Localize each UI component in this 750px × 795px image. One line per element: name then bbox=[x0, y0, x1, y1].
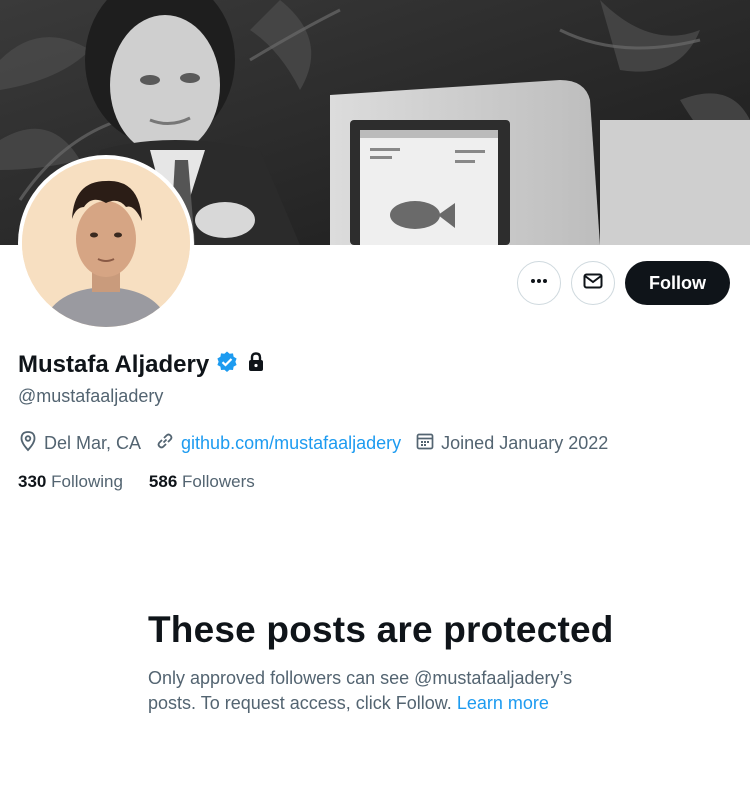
location-text: Del Mar, CA bbox=[44, 433, 142, 453]
avatar-photo bbox=[22, 159, 190, 327]
calendar-icon bbox=[415, 431, 435, 456]
following-count: 330 bbox=[18, 472, 47, 491]
followers-count: 586 bbox=[148, 472, 178, 491]
profile-avatar[interactable] bbox=[18, 155, 194, 331]
following-label: Following bbox=[51, 472, 123, 491]
protected-description: Only approved followers can see @mustafa… bbox=[148, 666, 618, 716]
lock-icon bbox=[245, 351, 267, 378]
learn-more-link[interactable]: Learn more bbox=[457, 693, 549, 713]
verified-badge-icon[interactable] bbox=[215, 350, 239, 379]
display-name: Mustafa Aljadery bbox=[18, 350, 210, 378]
joined-text: Joined January 2022 bbox=[441, 433, 609, 453]
more-icon bbox=[529, 271, 549, 296]
followers-count-link[interactable]: 586 Followers bbox=[149, 472, 255, 492]
joined-item: Joined January 2022 bbox=[415, 431, 608, 456]
profile-name-row: Mustafa Aljadery bbox=[18, 350, 267, 379]
protected-notice: These posts are protected Only approved … bbox=[148, 608, 618, 716]
follow-button[interactable]: Follow bbox=[625, 261, 730, 305]
profile-handle: @mustafaaljadery bbox=[18, 386, 164, 406]
followers-label: Followers bbox=[182, 472, 255, 491]
follow-counts: 330 Following 586 Followers bbox=[18, 472, 281, 492]
envelope-icon bbox=[582, 270, 604, 297]
location-pin-icon bbox=[18, 430, 38, 457]
profile-actions: Follow bbox=[517, 261, 730, 305]
website-link[interactable]: github.com/mustafaaljadery bbox=[181, 433, 401, 454]
message-button[interactable] bbox=[571, 261, 615, 305]
website-item[interactable]: github.com/mustafaaljadery bbox=[155, 431, 401, 456]
location-item: Del Mar, CA bbox=[18, 430, 141, 457]
protected-title: These posts are protected bbox=[148, 609, 614, 650]
link-icon bbox=[155, 431, 175, 456]
following-count-link[interactable]: 330 Following bbox=[18, 472, 123, 492]
profile-meta: Del Mar, CA github.com/mustafaaljadery J… bbox=[18, 430, 622, 457]
more-button[interactable] bbox=[517, 261, 561, 305]
